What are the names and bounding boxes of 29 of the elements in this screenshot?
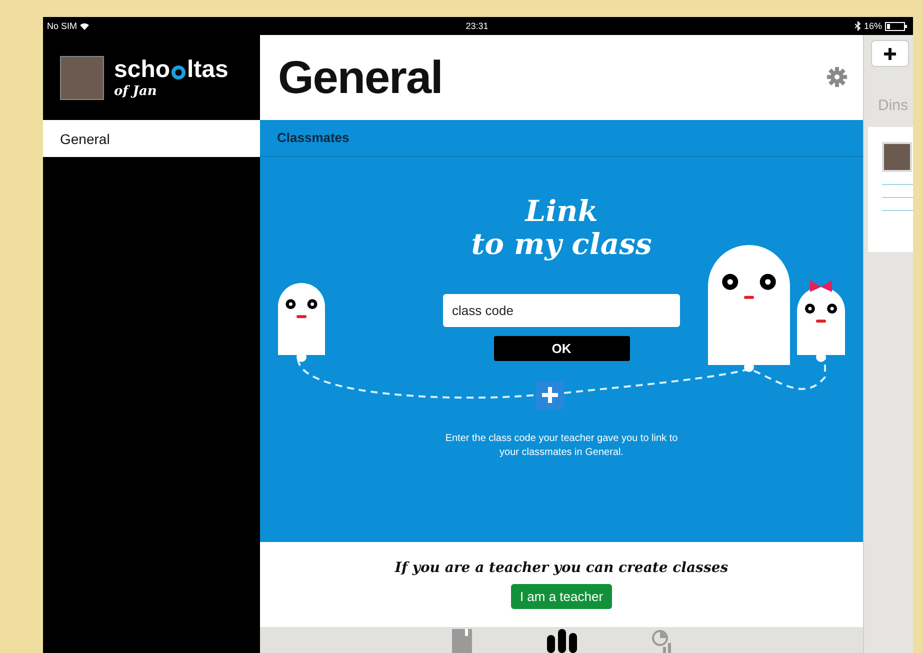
plus-icon[interactable] bbox=[536, 381, 564, 410]
ring-icon bbox=[171, 65, 186, 80]
section-header: Classmates bbox=[260, 120, 863, 158]
owner-label: of Jan bbox=[114, 84, 158, 99]
add-button[interactable] bbox=[871, 40, 909, 67]
plus-icon bbox=[884, 48, 896, 60]
class-code-field[interactable]: class code bbox=[443, 294, 680, 328]
hint-text: Enter the class code your teacher gave you to link to your classmates in General. bbox=[444, 432, 679, 460]
bluetooth-icon bbox=[854, 21, 861, 31]
panel-title: Link to my class bbox=[471, 195, 652, 262]
book-icon bbox=[452, 629, 472, 653]
avatar-photo-placeholder bbox=[60, 56, 104, 100]
logo-text: ltas bbox=[187, 56, 228, 84]
teacher-button[interactable]: I am a teacher bbox=[510, 584, 612, 610]
clock-chart-icon bbox=[650, 629, 672, 653]
teacher-prompt: If you are a teacher you can create classes bbox=[394, 560, 728, 576]
avatar-photo-placeholder bbox=[882, 142, 912, 172]
wifi-icon bbox=[80, 22, 90, 30]
battery-percent: 16% bbox=[864, 21, 882, 31]
panel-heading: Dins bbox=[878, 97, 910, 114]
carrier-label: No SIM bbox=[47, 21, 78, 31]
settings-icon[interactable] bbox=[827, 67, 847, 88]
ok-button[interactable]: OK bbox=[494, 336, 630, 362]
page-title: General bbox=[278, 50, 442, 104]
battery-icon bbox=[885, 22, 907, 30]
sidebar-item[interactable]: General bbox=[43, 120, 260, 157]
clock-time: 23:31 bbox=[466, 21, 488, 31]
logo-text: scho bbox=[114, 56, 170, 84]
hand-icon bbox=[546, 629, 578, 653]
